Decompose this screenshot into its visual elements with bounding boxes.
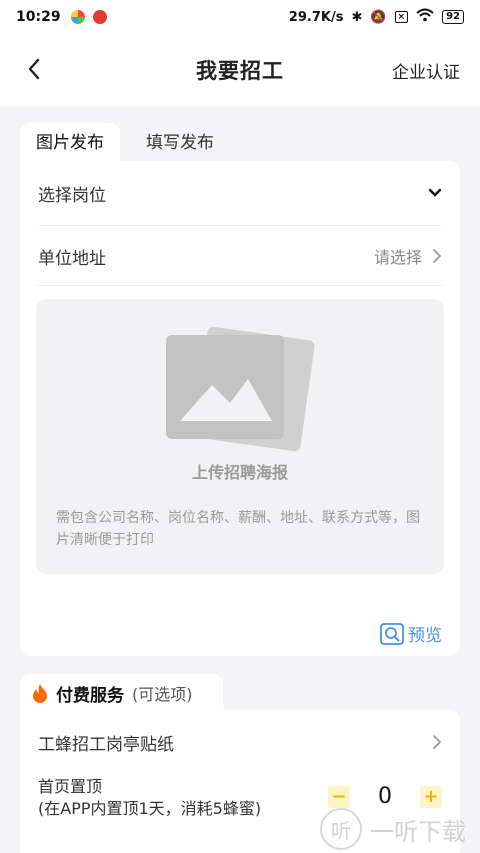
- minus-button[interactable]: −: [328, 785, 350, 808]
- sticker-service-label: 工蜂招工岗亭贴纸: [38, 734, 174, 755]
- chevron-right-icon: [433, 735, 442, 749]
- address-label: 单位地址: [38, 248, 106, 269]
- paid-service-title: 付费服务: [56, 685, 124, 706]
- enterprise-certify-link[interactable]: 企业认证: [392, 58, 460, 83]
- tab-image-publish[interactable]: 图片发布: [20, 123, 120, 163]
- address-row[interactable]: 单位地址 请选择: [38, 226, 442, 286]
- address-placeholder: 请选择: [373, 248, 422, 267]
- watermark: 听 一听下载: [320, 808, 466, 850]
- chevron-right-icon: [433, 249, 442, 263]
- publish-tabs: 图片发布 填写发布: [20, 123, 460, 163]
- preview-label: 预览: [408, 626, 442, 646]
- sim-off-icon: ×: [394, 11, 409, 23]
- main-form-card: 选择岗位 单位地址 请选择 上传招聘海报 需包含公司名称、岗位名称、薪酬、地址、…: [20, 161, 460, 656]
- mute-bell-icon: 🔕: [370, 9, 387, 25]
- chevron-down-icon: [428, 188, 442, 197]
- pinwheel-app-icon: [70, 10, 85, 24]
- preview-button[interactable]: 预览: [380, 621, 442, 646]
- fire-icon: [33, 684, 47, 703]
- upload-hint-text: 需包含公司名称、岗位名称、薪酬、地址、联系方式等，图片清晰便于打印: [56, 510, 420, 548]
- battery-icon: 92: [442, 10, 464, 24]
- upload-poster-title: 上传招聘海报: [191, 463, 288, 482]
- bluetooth-icon: ✱: [351, 9, 363, 25]
- status-time: 10:29: [16, 9, 61, 25]
- paid-service-subtitle: (可选项): [132, 685, 193, 704]
- preview-search-icon: [380, 622, 404, 645]
- image-placeholder-icon: [166, 326, 315, 451]
- watermark-logo-icon: 听: [320, 808, 362, 850]
- divider: [38, 285, 442, 286]
- nav-bar: 我要招工 企业认证: [0, 34, 480, 106]
- stepper-value: 0: [378, 784, 392, 809]
- top-pin-stepper: − 0 +: [328, 784, 442, 809]
- upload-poster-area[interactable]: 上传招聘海报 需包含公司名称、岗位名称、薪酬、地址、联系方式等，图片清晰便于打印: [36, 299, 444, 574]
- status-bar: 10:29 29.7K/s ✱ 🔕 × 92: [0, 0, 480, 34]
- status-right: 29.7K/s ✱ 🔕 × 92: [289, 8, 464, 26]
- select-job-label: 选择岗位: [38, 185, 106, 206]
- tab-form-publish[interactable]: 填写发布: [120, 123, 230, 163]
- wifi-icon: [416, 8, 434, 26]
- net-speed: 29.7K/s: [288, 9, 344, 25]
- paid-service-header: 付费服务 (可选项): [20, 674, 223, 712]
- sticker-service-row[interactable]: 工蜂招工岗亭贴纸: [38, 726, 442, 758]
- watermark-text: 一听下载: [370, 817, 466, 846]
- red-app-icon: [92, 10, 107, 24]
- select-job-row[interactable]: 选择岗位: [38, 163, 442, 223]
- plus-button[interactable]: +: [420, 785, 442, 808]
- back-arrow-icon[interactable]: [22, 56, 48, 82]
